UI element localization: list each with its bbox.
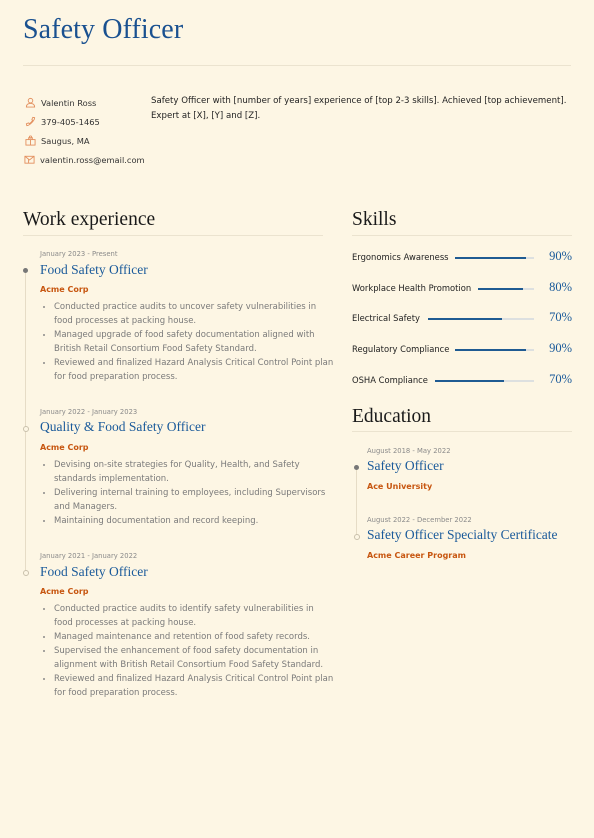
skill-row: Workplace Health Promotion 80% (352, 280, 572, 296)
skill-bar-fill (455, 349, 527, 351)
job-bullet: Managed maintenance and retention of foo… (54, 630, 334, 644)
education-divider (352, 431, 572, 432)
contact-email[interactable]: valentin.ross@email.com (24, 150, 145, 169)
work-timeline-line (25, 271, 26, 573)
skill-bar-fill (435, 380, 505, 382)
work-experience-divider (23, 235, 323, 236)
skill-percent: 70% (549, 372, 572, 386)
job-bullet: Reviewed and finalized Hazard Analysis C… (54, 356, 334, 384)
skill-row: OSHA Compliance 70% (352, 372, 572, 388)
education-timeline-line (356, 468, 357, 536)
job-bullet: Delivering internal training to employee… (54, 486, 340, 514)
contact-location: Saugus, MA (24, 131, 144, 150)
education-date: August 2018 - May 2022 (367, 447, 451, 455)
job-bullet: Reviewed and finalized Hazard Analysis C… (54, 672, 334, 700)
skill-bar (478, 288, 534, 290)
job-title: Food Safety Officer (40, 564, 148, 579)
skills-divider (352, 235, 572, 236)
job-bullet: Supervised the enhancement of food safet… (54, 644, 334, 672)
timeline-marker (23, 426, 29, 432)
contact-name-text: Valentin Ross (41, 97, 97, 108)
job-company: Acme Corp (40, 285, 89, 294)
header-divider (23, 65, 571, 66)
job-title: Food Safety Officer (40, 262, 148, 277)
job-bullet: Maintaining documentation and record kee… (54, 514, 340, 528)
skill-percent: 90% (549, 249, 572, 263)
skill-name: Ergonomics Awareness (352, 252, 449, 262)
job-bullets: Conducted practice audits to identify sa… (40, 602, 334, 700)
skill-percent: 70% (549, 310, 572, 324)
job-bullet: Managed upgrade of food safety documenta… (54, 328, 334, 356)
job-company: Acme Corp (40, 587, 89, 596)
skill-name: OSHA Compliance (352, 375, 428, 385)
person-icon (24, 97, 36, 109)
job-bullets: Devising on-site strategies for Quality,… (40, 458, 340, 528)
job-bullet: Devising on-site strategies for Quality,… (54, 458, 340, 486)
skill-bar (428, 318, 534, 320)
job-title: Quality & Food Safety Officer (40, 419, 206, 434)
education-degree: Safety Officer (367, 458, 444, 473)
contact-name: Valentin Ross (24, 93, 144, 112)
contact-phone-text: 379-405-1465 (41, 116, 100, 127)
job-bullet: Conducted practice audits to uncover saf… (54, 300, 334, 328)
job-company: Acme Corp (40, 443, 89, 452)
resume-title: Safety Officer (23, 14, 184, 45)
job-date: January 2022 - January 2023 (40, 408, 138, 416)
location-icon (24, 135, 36, 147)
skill-bar-fill (455, 257, 527, 259)
timeline-marker (354, 534, 360, 540)
skill-bar (455, 349, 534, 351)
skill-name: Electrical Safety (352, 313, 420, 323)
skill-bar (435, 380, 534, 382)
skill-bar-fill (428, 318, 503, 320)
job-date: January 2021 - January 2022 (40, 552, 138, 560)
contact-phone: 379-405-1465 (24, 112, 144, 131)
skill-row: Regulatory Compliance 90% (352, 341, 572, 357)
skill-name: Regulatory Compliance (352, 344, 450, 354)
timeline-marker-current (354, 465, 359, 470)
job-bullet: Conducted practice audits to identify sa… (54, 602, 334, 630)
skill-row: Ergonomics Awareness 90% (352, 249, 572, 265)
skill-bar-fill (478, 288, 523, 290)
skill-bar (455, 257, 534, 259)
work-experience-heading: Work experience (23, 209, 156, 230)
contact-location-text: Saugus, MA (41, 135, 90, 146)
education-heading: Education (352, 406, 432, 427)
skill-name: Workplace Health Promotion (352, 283, 472, 293)
phone-icon (24, 116, 36, 128)
job-date: January 2023 - Present (40, 250, 118, 258)
email-icon (24, 154, 35, 166)
summary-text: Safety Officer with [number of years] ex… (151, 96, 567, 121)
education-degree: Safety Officer Specialty Certificate (367, 527, 558, 542)
job-bullets: Conducted practice audits to uncover saf… (40, 300, 334, 384)
skill-percent: 80% (549, 280, 572, 294)
skills-heading: Skills (352, 209, 397, 230)
contact-info: Valentin Ross 379-405-1465 Saugus, MA va… (24, 93, 145, 169)
skill-percent: 90% (549, 341, 572, 355)
education-school: Acme Career Program (367, 551, 466, 560)
timeline-marker-current (23, 268, 28, 273)
skill-row: Electrical Safety 70% (352, 310, 572, 326)
timeline-marker (23, 570, 29, 576)
education-date: August 2022 - December 2022 (367, 516, 472, 524)
contact-email-text[interactable]: valentin.ross@email.com (40, 155, 145, 165)
education-school: Ace University (367, 482, 433, 491)
